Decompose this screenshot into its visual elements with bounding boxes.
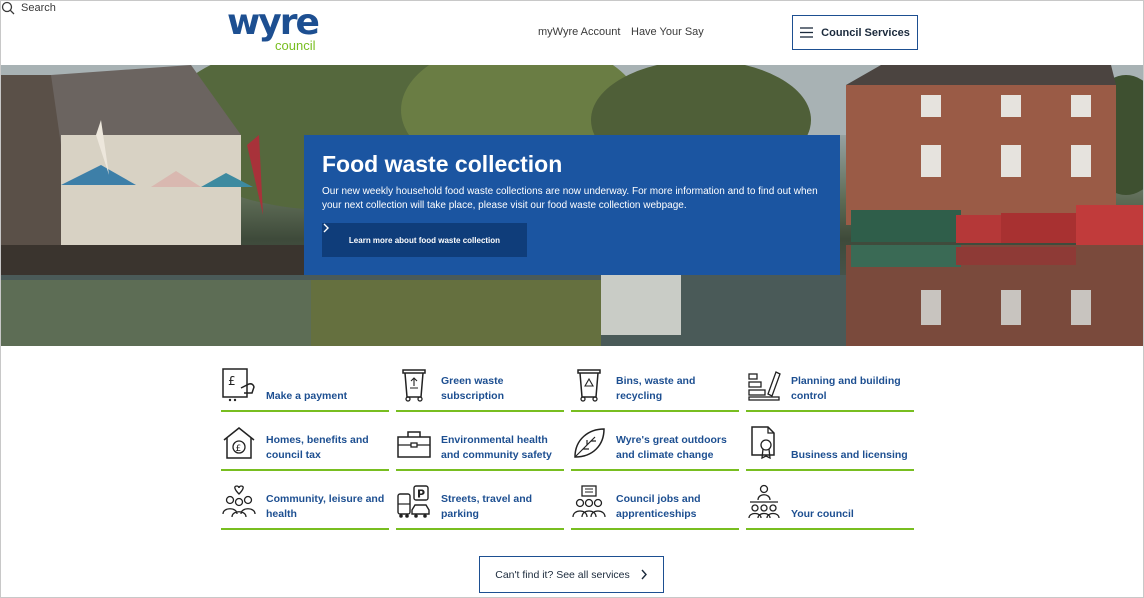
learn-more-button[interactable]: Learn more about food waste collection [322, 223, 527, 257]
recycling-bin-icon [571, 366, 607, 402]
service-tile-green-waste[interactable]: Green waste subscription [396, 364, 564, 412]
nav-have-your-say-link[interactable]: Have Your Say [631, 26, 704, 38]
service-label: Environmental health and community safet… [441, 434, 552, 461]
chevron-right-icon [641, 569, 647, 580]
service-label: Council jobs and apprenticeships [616, 493, 701, 520]
chevron-right-icon [323, 223, 329, 233]
toolbox-icon [396, 425, 432, 461]
service-label: Bins, waste and recycling [616, 375, 696, 402]
service-tile-business-licensing[interactable]: Business and licensing [746, 423, 914, 471]
service-tile-environmental-health[interactable]: Environmental health and community safet… [396, 423, 564, 471]
see-all-services-button[interactable]: Can't find it? See all services [479, 556, 664, 593]
site-header: wyre council myWyre Account Have Your Sa… [1, 1, 1143, 65]
service-label: Community, leisure and health [266, 493, 385, 520]
council-services-label: Council Services [821, 26, 910, 39]
hero-title: Food waste collection [322, 151, 563, 177]
payment-icon: £ [221, 366, 257, 402]
service-tile-streets-travel[interactable]: P Streets, travel and parking [396, 482, 564, 530]
page-frame: wyre council myWyre Account Have Your Sa… [0, 0, 1144, 598]
leaf-icon [571, 425, 607, 461]
service-tile-planning[interactable]: Planning and building control [746, 364, 914, 412]
planning-icon [746, 366, 782, 402]
service-label: Business and licensing [791, 449, 908, 461]
service-tile-bins-waste[interactable]: Bins, waste and recycling [571, 364, 739, 412]
service-tile-community-leisure[interactable]: Community, leisure and health [221, 482, 389, 530]
logo-subtitle: council [275, 38, 316, 53]
community-icon [221, 484, 257, 520]
service-label: Make a payment [266, 390, 348, 402]
logo-wordmark: wyre [227, 2, 320, 43]
council-services-button[interactable]: Council Services [792, 15, 918, 50]
learn-more-label: Learn more about food waste collection [348, 235, 501, 245]
search-icon [1, 1, 15, 15]
council-icon [746, 484, 782, 520]
see-all-services-label: Can't find it? See all services [495, 568, 630, 581]
service-tile-homes-benefits[interactable]: £ Homes, benefits and council tax [221, 423, 389, 471]
svg-text:£: £ [228, 374, 236, 388]
service-tile-great-outdoors[interactable]: Wyre's great outdoors and climate change [571, 423, 739, 471]
hero-description: Our new weekly household food waste coll… [322, 185, 818, 211]
parking-icon: P [396, 484, 432, 520]
green-bin-icon [396, 366, 432, 402]
jobs-icon [571, 484, 607, 520]
service-label: Streets, travel and parking [441, 493, 533, 520]
search-label: Search [21, 2, 56, 14]
service-label: Wyre's great outdoors and climate change [616, 434, 727, 461]
wyre-logo[interactable]: wyre council [227, 5, 320, 53]
service-tile-make-payment[interactable]: £ Make a payment [221, 364, 389, 412]
svg-text:P: P [417, 488, 425, 501]
service-tile-your-council[interactable]: Your council [746, 482, 914, 530]
service-label: Planning and building control [791, 375, 901, 402]
certificate-icon [746, 425, 782, 461]
hero-callout: Food waste collection Our new weekly hou… [304, 135, 840, 275]
home-pound-icon: £ [221, 425, 257, 461]
service-label: Green waste subscription [441, 375, 505, 402]
menu-icon [800, 27, 814, 38]
search-button[interactable]: Search [1, 1, 1143, 15]
svg-text:£: £ [236, 444, 242, 454]
service-label: Homes, benefits and council tax [266, 434, 369, 461]
service-label: Your council [791, 508, 854, 520]
service-tile-council-jobs[interactable]: Council jobs and apprenticeships [571, 482, 739, 530]
nav-myaccount-link[interactable]: myWyre Account [538, 26, 620, 38]
hero-banner: Food waste collection Our new weekly hou… [1, 65, 1143, 346]
